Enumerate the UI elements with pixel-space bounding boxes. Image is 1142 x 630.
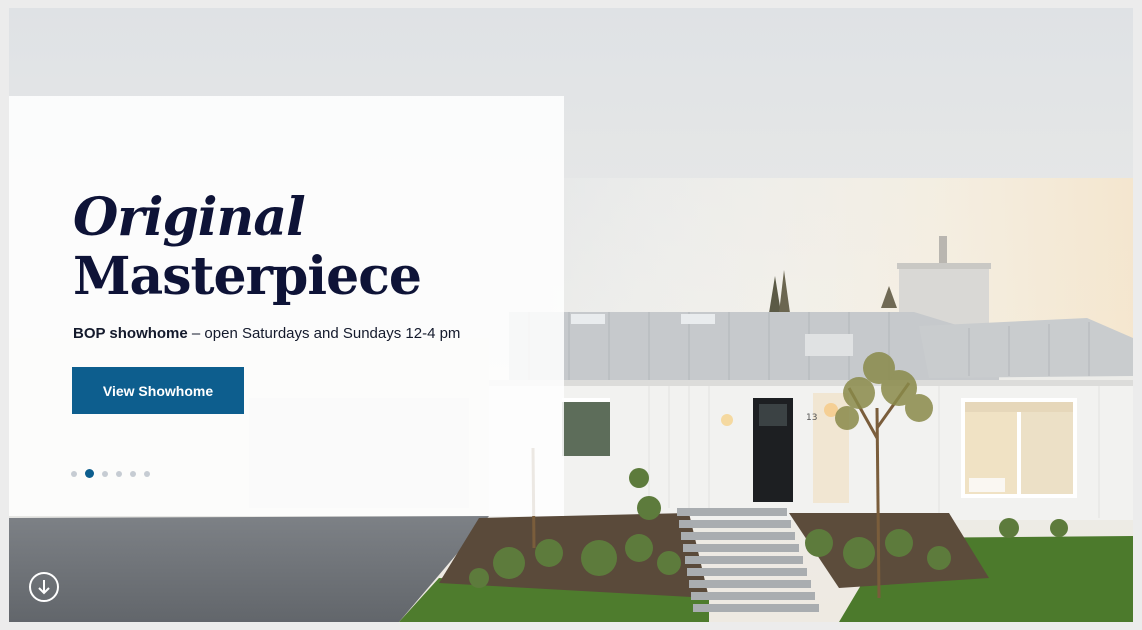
carousel-dot[interactable] [130, 470, 136, 477]
carousel-dot[interactable] [102, 470, 108, 477]
subtitle-location: BOP showhome [73, 325, 188, 342]
headline-line-2: Masterpiece [73, 246, 422, 307]
scroll-down-button[interactable] [29, 572, 59, 602]
carousel-pagination [71, 469, 150, 478]
hero-card: Original Masterpiece BOP showhome – open… [9, 96, 564, 516]
headline-line-1: Original [73, 187, 306, 248]
hero-section: 13 Original Masterpiece BOP showhome – o… [9, 8, 1133, 622]
arrow-down-icon [38, 580, 50, 595]
house-number: 13 [806, 413, 817, 423]
view-showhome-button[interactable]: View Showhome [72, 367, 244, 414]
carousel-dot-active[interactable] [85, 469, 94, 478]
subtitle-hours: – open Saturdays and Sundays 12-4 pm [187, 325, 461, 342]
hero-headline: Original Masterpiece [73, 187, 422, 307]
carousel-dot[interactable] [116, 470, 122, 477]
carousel-dot[interactable] [144, 470, 150, 477]
hero-subtitle: BOP showhome – open Saturdays and Sunday… [73, 325, 460, 342]
carousel-dot[interactable] [71, 470, 77, 477]
